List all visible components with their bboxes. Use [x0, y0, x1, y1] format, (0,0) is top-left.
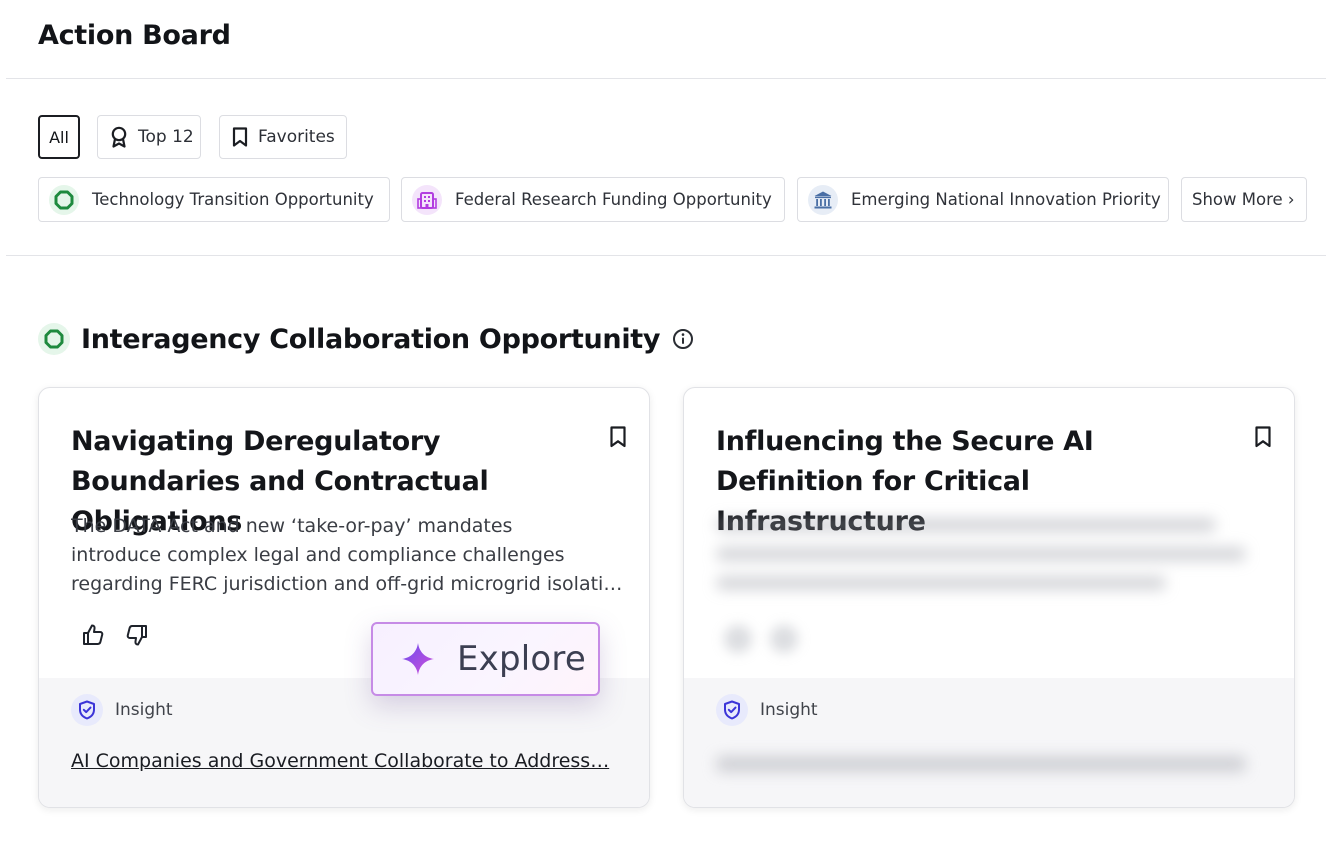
- bookmark-icon[interactable]: [1254, 426, 1272, 452]
- insight-link[interactable]: AI Companies and Government Collaborate …: [71, 750, 619, 772]
- show-more-label: Show More ›: [1192, 190, 1295, 209]
- show-more-button[interactable]: Show More ›: [1181, 177, 1307, 222]
- category-label: Technology Transition Opportunity: [92, 190, 374, 209]
- opportunity-card[interactable]: Navigating Deregulatory Boundaries and C…: [38, 387, 650, 808]
- insight-tag: Insight: [71, 694, 173, 726]
- info-icon[interactable]: [672, 328, 694, 350]
- capitol-icon: [808, 184, 838, 215]
- card-description-blurred: [716, 518, 1268, 605]
- header-divider: [6, 78, 1326, 79]
- card-description-line: introduce complex legal and compliance c…: [71, 544, 565, 566]
- thumbs-down-icon[interactable]: [125, 623, 149, 651]
- bookmark-icon[interactable]: [609, 426, 627, 452]
- section-title: Interagency Collaboration Opportunity: [81, 323, 661, 355]
- filter-top-chip[interactable]: Top 12: [97, 115, 201, 159]
- card-insight-footer: Insight: [684, 678, 1294, 807]
- page-title: Action Board: [38, 20, 231, 51]
- filter-all-chip[interactable]: All: [38, 115, 80, 159]
- thumbs-up-icon[interactable]: [81, 623, 105, 651]
- category-label: Federal Research Funding Opportunity: [455, 190, 772, 209]
- card-description-line: regarding FERC jurisdiction and off-grid…: [71, 573, 623, 595]
- thumbs-down-icon: [770, 625, 798, 653]
- thumbs-up-icon: [724, 625, 752, 653]
- insight-link-blurred: [716, 756, 1246, 787]
- insight-tag: Insight: [716, 694, 818, 726]
- insight-label: Insight: [760, 700, 818, 720]
- green-octagon-icon: [49, 184, 79, 215]
- explore-button[interactable]: Explore: [371, 622, 600, 696]
- filter-favorites-chip[interactable]: Favorites: [219, 115, 347, 159]
- card-description: The DATA Act and new ‘take-or-pay’ manda…: [71, 512, 623, 599]
- section-heading: Interagency Collaboration Opportunity: [38, 323, 694, 355]
- filter-favorites-label: Favorites: [258, 127, 335, 147]
- card-description-line: The DATA Act and new ‘take-or-pay’ manda…: [71, 515, 513, 537]
- green-octagon-icon: [38, 323, 70, 355]
- card-insight-footer: Insight AI Companies and Government Coll…: [39, 678, 649, 807]
- sparkle-icon: [401, 642, 435, 676]
- category-emerging-national-priority[interactable]: Emerging National Innovation Priority: [797, 177, 1169, 222]
- building-icon: [412, 184, 442, 215]
- explore-label: Explore: [457, 639, 586, 679]
- filter-top-label: Top 12: [138, 127, 194, 147]
- filter-all-label: All: [49, 127, 69, 147]
- category-federal-research-funding[interactable]: Federal Research Funding Opportunity: [401, 177, 785, 222]
- award-ribbon-icon: [110, 126, 128, 148]
- shield-check-icon: [716, 694, 748, 726]
- category-label: Emerging National Innovation Priority: [851, 190, 1161, 209]
- opportunity-card[interactable]: Influencing the Secure AI Definition for…: [683, 387, 1295, 808]
- insight-label: Insight: [115, 700, 173, 720]
- filters-divider: [6, 255, 1326, 256]
- shield-check-icon: [71, 694, 103, 726]
- category-technology-transition[interactable]: Technology Transition Opportunity: [38, 177, 390, 222]
- bookmark-icon: [232, 127, 248, 147]
